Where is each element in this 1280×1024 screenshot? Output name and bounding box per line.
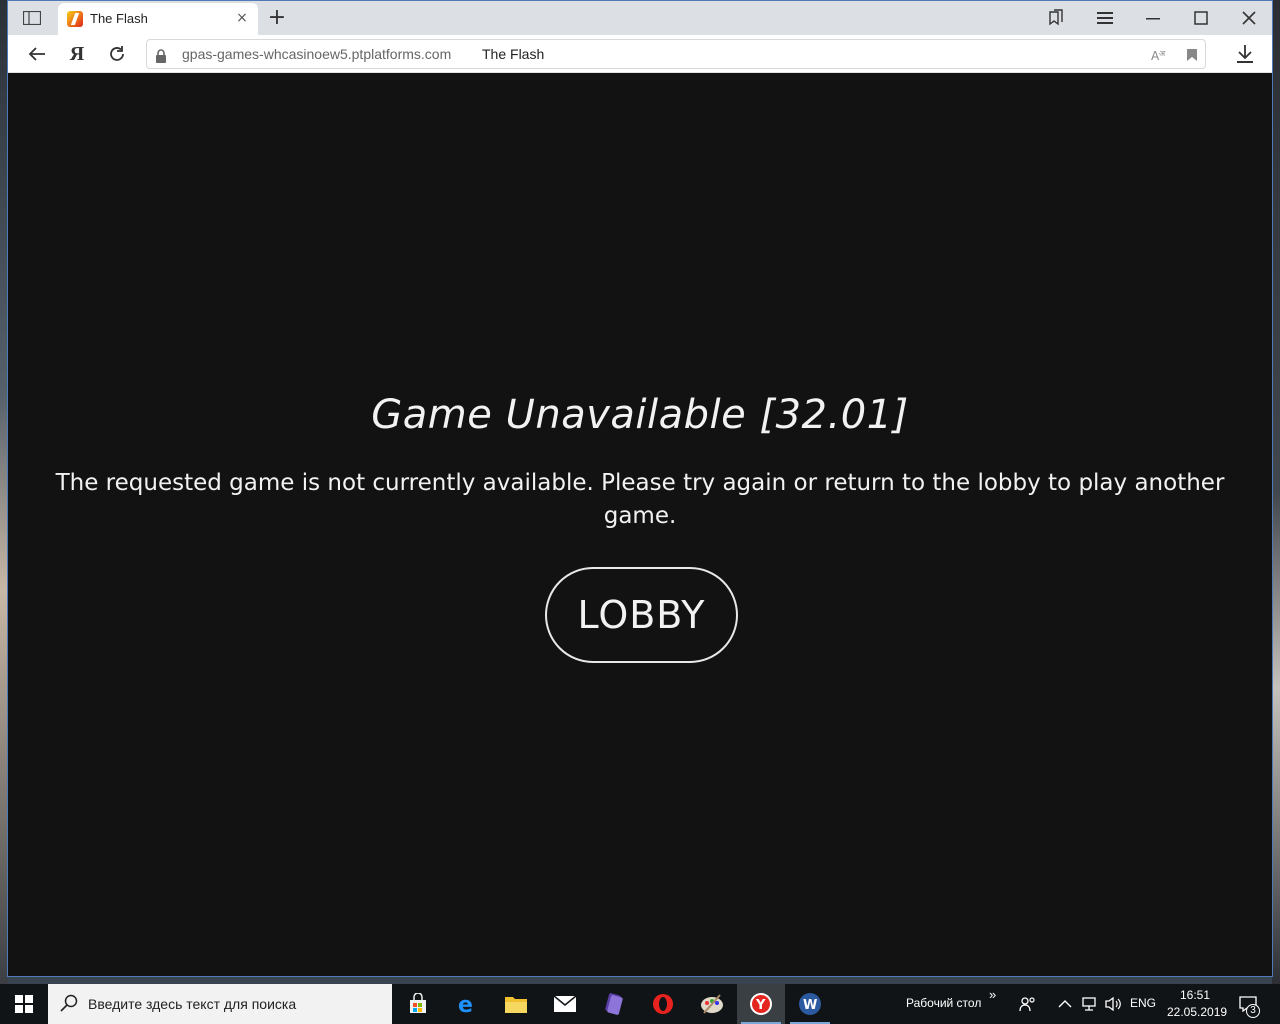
mail-icon[interactable] [541, 984, 589, 1024]
network-icon[interactable] [1079, 994, 1099, 1014]
tab-the-flash[interactable]: The Flash × [58, 3, 258, 35]
desktop-toolbar-label[interactable]: Рабочий стол [906, 996, 981, 1010]
close-window-icon[interactable] [1234, 5, 1264, 31]
desktop-wallpaper-right [1272, 0, 1280, 984]
svg-text:अ: अ [1159, 49, 1166, 58]
error-title: Game Unavailable [32.01] [371, 392, 909, 438]
navigation-bar: Я gpas-games-whcasinoew5.ptplatforms.com… [8, 35, 1272, 73]
notifications-count-badge: 3 [1246, 1004, 1260, 1018]
lock-icon [155, 48, 167, 67]
svg-text:Y: Y [755, 998, 766, 1013]
url-text: gpas-games-whcasinoew5.ptplatforms.com [182, 46, 452, 62]
clock-time[interactable]: 16:51 [1180, 988, 1210, 1002]
new-tab-button[interactable]: + [264, 5, 290, 31]
flash-favicon-icon [67, 11, 83, 27]
chevron-right-icon[interactable]: » [989, 987, 996, 1002]
yandex-logo-icon[interactable]: Я [64, 42, 90, 66]
back-arrow-icon[interactable] [24, 42, 50, 66]
clock-date[interactable]: 22.05.2019 [1167, 1005, 1227, 1019]
bookmark-icon[interactable] [1183, 46, 1201, 64]
address-page-title: The Flash [482, 46, 545, 62]
bookmarks-manager-icon[interactable] [1041, 5, 1071, 31]
sidebar-toggle-icon[interactable] [20, 7, 44, 29]
error-message: The requested game is not currently avai… [55, 470, 1225, 529]
lobby-button[interactable]: LOBBY [545, 567, 738, 663]
translate-icon[interactable]: Aअ [1151, 46, 1169, 64]
taskbar: Введите здесь текст для поиска e Y W Раб… [0, 984, 1280, 1024]
windows-start-icon[interactable] [0, 984, 48, 1024]
reload-icon[interactable] [104, 42, 130, 66]
show-hidden-icons-icon[interactable] [1055, 994, 1075, 1014]
tab-title: The Flash [90, 11, 148, 26]
game-page: Game Unavailable [32.01] The requested g… [8, 74, 1272, 976]
store-icon[interactable] [394, 984, 442, 1024]
edge-icon[interactable]: e [443, 984, 491, 1024]
svg-text:e: e [458, 993, 473, 1015]
tab-strip: The Flash × + [8, 1, 1272, 35]
opera-icon[interactable] [639, 984, 687, 1024]
paint-icon[interactable] [688, 984, 736, 1024]
cards-app-icon[interactable] [590, 984, 638, 1024]
download-icon[interactable] [1232, 42, 1258, 66]
address-bar[interactable]: gpas-games-whcasinoew5.ptplatforms.com T… [146, 39, 1206, 69]
word-app-icon[interactable]: W [786, 984, 834, 1024]
svg-text:W: W [803, 998, 817, 1013]
yandex-browser-icon[interactable]: Y [737, 984, 785, 1024]
close-tab-icon[interactable]: × [234, 10, 250, 26]
people-icon[interactable] [1018, 994, 1038, 1014]
maximize-icon[interactable] [1186, 5, 1216, 31]
search-placeholder: Введите здесь текст для поиска [88, 996, 297, 1012]
file-explorer-icon[interactable] [492, 984, 540, 1024]
volume-icon[interactable] [1103, 994, 1123, 1014]
browser-window: The Flash × + Я gpas-games-whcasinoew5.p… [7, 0, 1273, 977]
search-icon [60, 994, 78, 1016]
menu-icon[interactable] [1090, 5, 1120, 31]
language-indicator[interactable]: ENG [1130, 996, 1156, 1010]
taskbar-search-box[interactable]: Введите здесь текст для поиска [48, 984, 392, 1024]
minimize-icon[interactable] [1138, 5, 1168, 31]
